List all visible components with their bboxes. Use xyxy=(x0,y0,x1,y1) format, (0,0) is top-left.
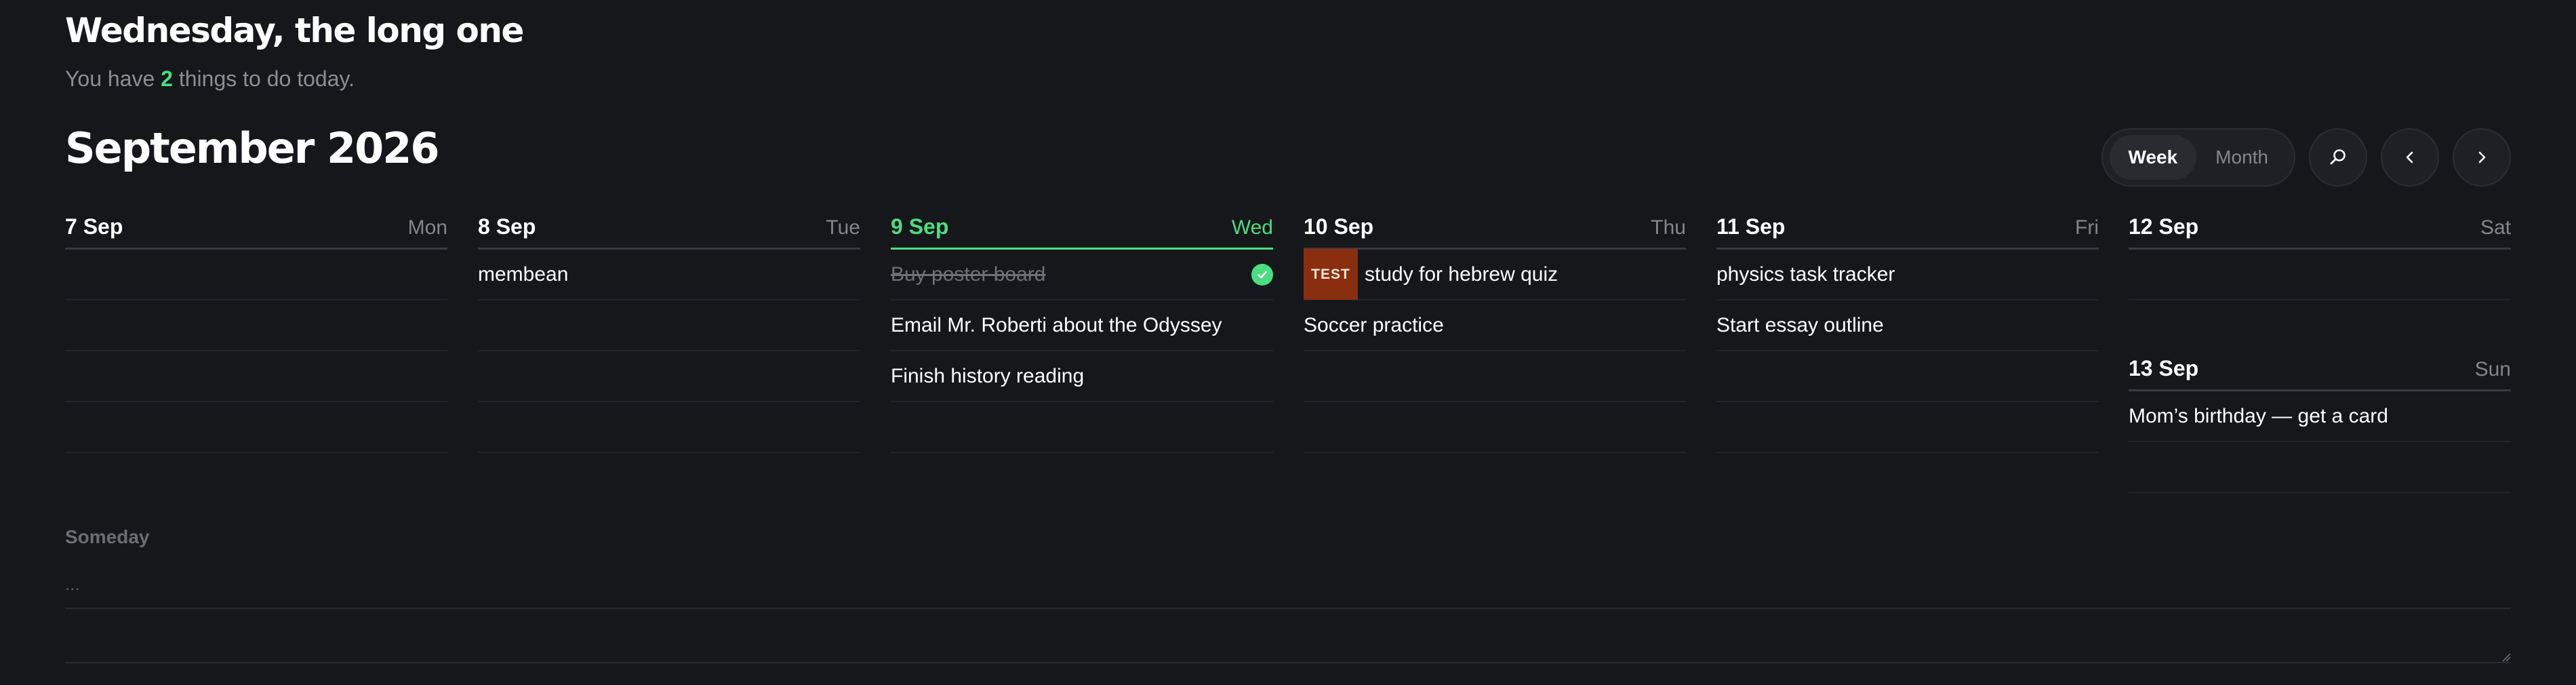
day-date: 10 Sep xyxy=(1304,214,1374,239)
day-date: 13 Sep xyxy=(2129,356,2199,380)
day-header: 11 Sep Fri xyxy=(1716,214,2099,250)
test-tag-badge: TEST xyxy=(1304,249,1358,300)
day-header: 10 Sep Thu xyxy=(1304,214,1686,250)
calendar-controls: Week Month xyxy=(2101,128,2511,187)
task-text: Buy poster board xyxy=(891,262,1046,286)
task-text: Mom’s birthday — get a card xyxy=(2129,404,2388,427)
empty-task-slot[interactable] xyxy=(478,351,860,402)
someday-line xyxy=(65,609,2511,663)
empty-task-slot[interactable] xyxy=(2129,442,2511,493)
day-date: 11 Sep xyxy=(1716,214,1786,239)
view-toggle: Week Month xyxy=(2101,128,2295,187)
task-item[interactable]: Soccer practice xyxy=(1304,300,1686,351)
search-icon xyxy=(2330,149,2346,165)
day-date: 7 Sep xyxy=(65,214,123,239)
task-item[interactable]: Finish history reading xyxy=(891,351,1273,402)
someday-placeholder: ... xyxy=(65,555,2511,609)
empty-task-slot[interactable] xyxy=(2129,250,2511,300)
chevron-left-icon xyxy=(2406,151,2413,163)
day-header: 12 Sep Sat xyxy=(2129,214,2511,250)
someday-input[interactable]: ... xyxy=(65,555,2511,663)
day-weekday: Mon xyxy=(407,216,447,239)
task-item[interactable]: Start essay outline xyxy=(1716,300,2099,351)
check-icon[interactable] xyxy=(1251,264,1273,286)
summary-prefix: You have xyxy=(65,66,161,91)
day-header: 7 Sep Mon xyxy=(65,214,447,250)
task-text: study for hebrew quiz xyxy=(1365,262,1558,286)
empty-task-slot[interactable] xyxy=(65,300,447,351)
month-title: September 2026 xyxy=(65,123,440,173)
day-date: 9 Sep xyxy=(891,214,949,239)
day-header: 8 Sep Tue xyxy=(478,214,860,250)
task-text: Start essay outline xyxy=(1716,313,1884,336)
search-button[interactable] xyxy=(2309,128,2367,187)
day-date: 8 Sep xyxy=(478,214,536,239)
task-text: physics task tracker xyxy=(1716,262,1895,286)
tasks-summary: You have 2 things to do today. xyxy=(65,66,355,92)
empty-task-slot[interactable] xyxy=(1716,351,2099,402)
task-item-completed[interactable]: Buy poster board xyxy=(891,250,1273,300)
day-column-fri: 11 Sep Fri physics task tracker Start es… xyxy=(1716,214,2099,453)
day-weekday: Sun xyxy=(2474,358,2511,380)
day-column-wed: 9 Sep Wed Buy poster board Email Mr. Rob… xyxy=(891,214,1273,453)
task-item[interactable]: membean xyxy=(478,250,860,300)
empty-task-slot[interactable] xyxy=(65,402,447,453)
day-column-thu: 10 Sep Thu TEST study for hebrew quiz So… xyxy=(1304,214,1686,453)
summary-suffix: things to do today. xyxy=(172,66,355,91)
day-header: 9 Sep Wed xyxy=(891,214,1273,250)
prev-week-button[interactable] xyxy=(2381,128,2439,187)
empty-task-slot[interactable] xyxy=(65,250,447,300)
day-column-sun: 13 Sep Sun Mom’s birthday — get a card xyxy=(2129,356,2511,493)
task-item[interactable]: TEST study for hebrew quiz xyxy=(1304,249,1686,300)
empty-task-slot[interactable] xyxy=(65,351,447,402)
day-weekday: Tue xyxy=(826,216,860,239)
empty-task-slot[interactable] xyxy=(478,402,860,453)
day-date: 12 Sep xyxy=(2129,214,2199,239)
day-header: 13 Sep Sun xyxy=(2129,356,2511,391)
empty-task-slot[interactable] xyxy=(891,402,1273,453)
day-weekday: Fri xyxy=(2075,216,2099,239)
empty-task-slot[interactable] xyxy=(1304,351,1686,402)
month-view-button[interactable]: Month xyxy=(2196,135,2287,180)
day-weekday: Sat xyxy=(2480,216,2511,239)
task-item[interactable]: physics task tracker xyxy=(1716,250,2099,300)
empty-task-slot[interactable] xyxy=(1304,402,1686,453)
next-week-button[interactable] xyxy=(2453,128,2511,187)
day-column-mon: 7 Sep Mon xyxy=(65,214,447,453)
day-column-tue: 8 Sep Tue membean xyxy=(478,214,860,453)
task-text: Soccer practice xyxy=(1304,313,1444,336)
greeting-title: Wednesday, the long one xyxy=(65,11,524,50)
resize-handle-icon[interactable] xyxy=(2500,651,2511,662)
chevron-right-icon xyxy=(2478,151,2486,163)
week-view-button[interactable]: Week xyxy=(2109,135,2197,180)
task-item[interactable]: Email Mr. Roberti about the Odyssey xyxy=(891,300,1273,351)
empty-task-slot[interactable] xyxy=(478,300,860,351)
task-text: Email Mr. Roberti about the Odyssey xyxy=(891,313,1222,336)
day-column-sat: 12 Sep Sat xyxy=(2129,214,2511,300)
today-task-count: 2 xyxy=(161,66,173,91)
task-text: membean xyxy=(478,262,569,286)
day-weekday: Wed xyxy=(1231,216,1273,239)
empty-task-slot[interactable] xyxy=(1716,402,2099,453)
task-item[interactable]: Mom’s birthday — get a card xyxy=(2129,391,2511,442)
day-weekday: Thu xyxy=(1651,216,1686,239)
task-text: Finish history reading xyxy=(891,364,1085,387)
someday-label: Someday xyxy=(65,526,150,547)
